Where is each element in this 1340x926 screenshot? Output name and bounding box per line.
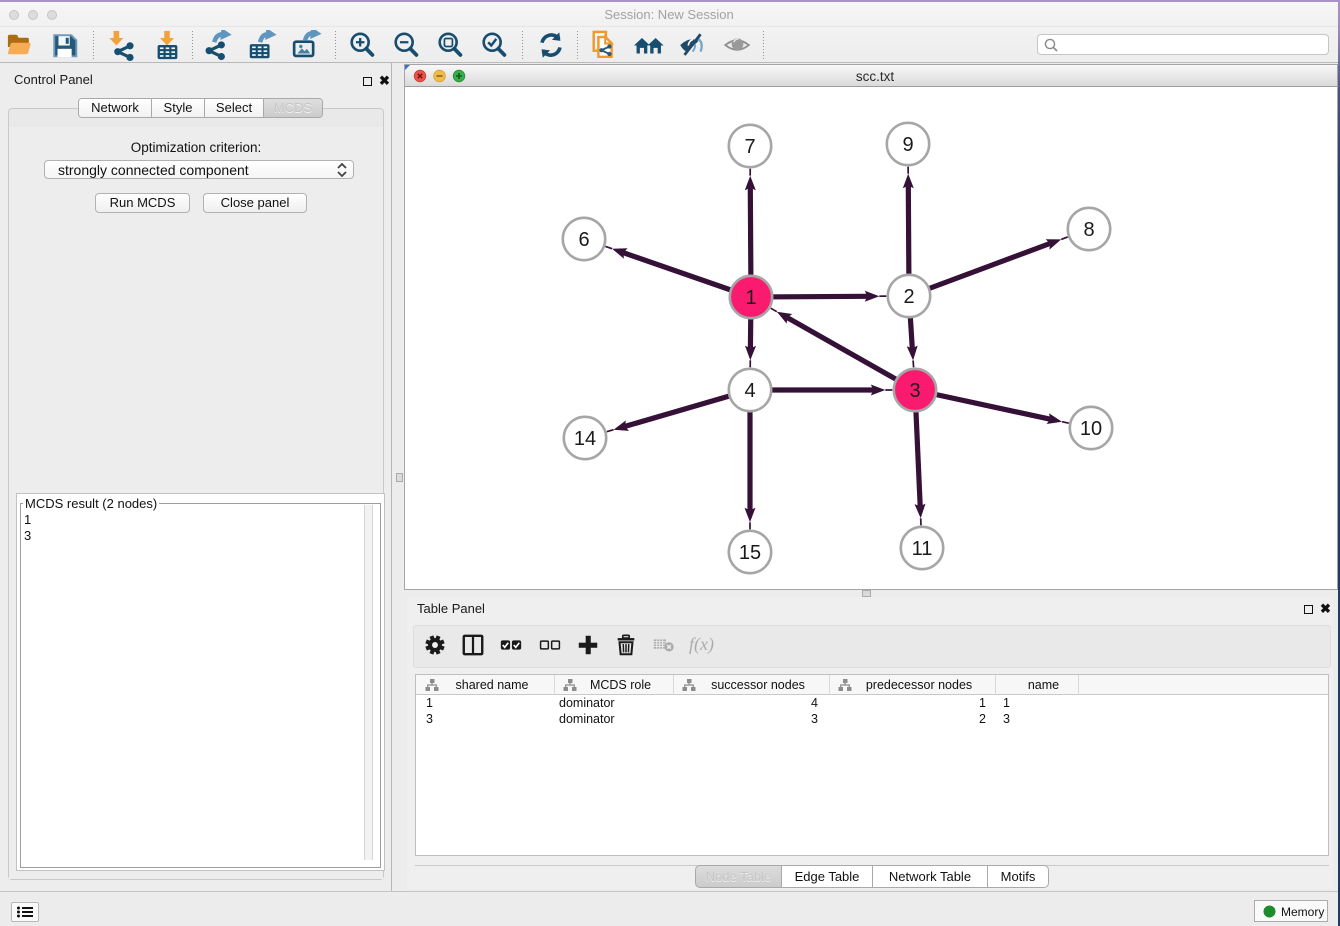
svg-text:15: 15 — [739, 542, 761, 564]
svg-text:2: 2 — [903, 286, 914, 308]
svg-text:3: 3 — [909, 380, 920, 402]
svg-text:14: 14 — [574, 428, 596, 450]
svg-text:1: 1 — [745, 287, 756, 309]
svg-text:10: 10 — [1080, 418, 1102, 440]
svg-text:8: 8 — [1083, 219, 1094, 241]
svg-text:7: 7 — [744, 136, 755, 158]
svg-text:4: 4 — [744, 380, 755, 402]
svg-text:9: 9 — [902, 134, 913, 156]
svg-text:6: 6 — [578, 229, 589, 251]
svg-text:11: 11 — [912, 538, 933, 560]
